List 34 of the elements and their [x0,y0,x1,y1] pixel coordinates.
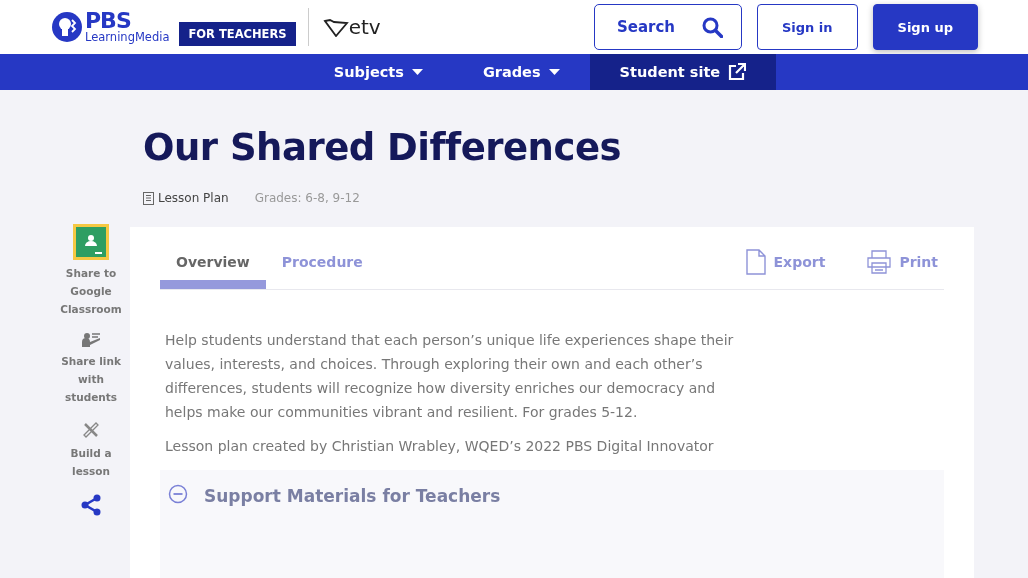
tab[interactable]: Overview [160,254,266,289]
sign-up-button[interactable]: Sign up [872,4,978,50]
page-title: Our Shared Differences [143,126,622,169]
logo-subtitle: LearningMedia [85,32,170,44]
presenter-icon [81,332,101,348]
collapse-toggle[interactable] [168,484,188,504]
search-icon [701,16,723,38]
tab[interactable]: Procedure [265,254,379,289]
nav-link[interactable]: Student site [589,54,777,90]
print-button[interactable]: Print [861,248,944,276]
classroom-icon [73,224,109,260]
caret-icon [548,69,560,75]
resource-type: Lesson Plan [158,191,229,205]
audience-badge: FOR TEACHERS [179,22,296,46]
pbs-logo-icon [52,12,82,42]
sidebar-action-label[interactable]: Share to Google Classroom [60,264,122,318]
sidebar-action-label[interactable]: Share link with students [60,352,122,406]
search-field[interactable]: Search [593,4,742,50]
nav-link[interactable]: Grades [452,54,590,90]
credit-text: Lesson plan created by Christian Wrabley, WQED’s 2022 PBS Digital Innovator [165,438,715,454]
share-icon[interactable] [80,494,102,516]
external-link-icon [728,63,747,81]
document-icon [745,249,766,275]
export-button[interactable]: Export [739,248,832,276]
document-list-icon [143,191,154,205]
description-text: Help students understand that each person’s unique life experiences shape their values, interests, and choices. Through exploring their own and each other’s differences, students will recognize how diversity enriches our democracy and helps make our communities vibrant and resilient. For grades 5-12. [165,331,735,422]
partner-logo-text: etv [348,17,381,37]
section-title[interactable]: Support Materials for Teachers [204,486,501,506]
printer-icon [867,250,892,274]
sidebar-action-label[interactable]: Build a lesson [60,444,122,480]
caret-icon [411,69,423,75]
sign-in-button[interactable]: Sign in [756,4,858,50]
nav-link[interactable]: Subjects [303,54,453,90]
grades-text: Grades: 6-8, 9-12 [254,191,360,205]
